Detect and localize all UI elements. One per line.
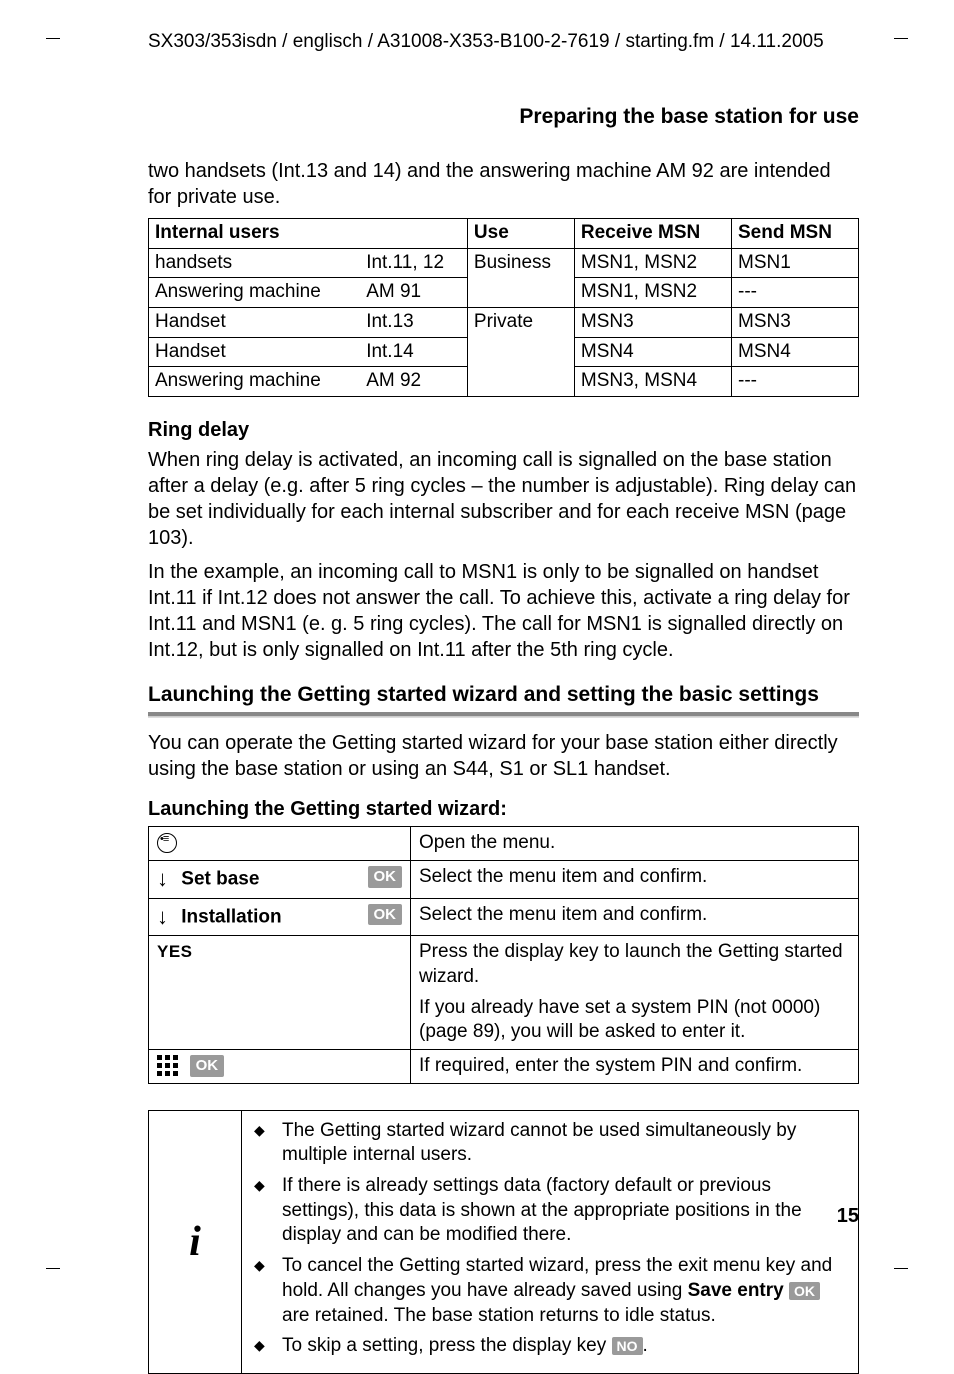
launch-heading: Launching the Getting started wizard and… <box>148 681 859 710</box>
launch-sub-heading: Launching the Getting started wizard: <box>148 796 859 822</box>
table-cell: MSN1, MSN2 <box>574 248 731 278</box>
table-cell: MSN3 <box>574 308 731 338</box>
table-cell: MSN1, MSN2 <box>574 278 731 308</box>
note-item: If there is already settings data (facto… <box>272 1174 848 1248</box>
note-text: are retained. The base station returns t… <box>282 1305 716 1326</box>
yes-key-label: YES <box>157 942 193 961</box>
note-item: To cancel the Getting started wizard, pr… <box>272 1254 848 1328</box>
th-receive-msn: Receive MSN <box>574 218 731 248</box>
intro-paragraph: two handsets (Int.13 and 14) and the ans… <box>148 158 859 210</box>
table-cell: --- <box>732 367 859 397</box>
table-cell: Handset <box>149 308 361 338</box>
note-list: The Getting started wizard cannot be use… <box>252 1119 848 1359</box>
arrow-down-icon: ↓ <box>157 865 168 894</box>
ok-badge: OK <box>368 866 403 888</box>
table-cell: Int.13 <box>360 308 467 338</box>
table-cell: Business <box>467 248 574 307</box>
header-path: SX303/353isdn / englisch / A31008-X353-B… <box>148 30 859 55</box>
table-cell: Private <box>467 308 574 397</box>
note-box: i The Getting started wizard cannot be u… <box>148 1110 859 1374</box>
table-cell: AM 91 <box>360 278 467 308</box>
ok-badge: OK <box>368 904 403 926</box>
page-title: Preparing the base station for use <box>148 103 859 130</box>
ring-delay-p1: When ring delay is activated, an incomin… <box>148 447 859 551</box>
step-desc-line: Press the display key to launch the Gett… <box>419 940 850 989</box>
launch-para: You can operate the Getting started wiza… <box>148 730 859 782</box>
ring-delay-p2: In the example, an incoming call to MSN1… <box>148 559 859 663</box>
wizard-steps-table: Open the menu. ↓ Set base OK Select the … <box>148 826 859 1083</box>
info-icon: i <box>149 1110 242 1373</box>
table-cell: MSN3 <box>732 308 859 338</box>
table-cell: Int.11, 12 <box>360 248 467 278</box>
note-text: To skip a setting, press the display key <box>282 1335 612 1356</box>
internal-users-table: Internal users Use Receive MSN Send MSN … <box>148 218 859 397</box>
note-item: The Getting started wizard cannot be use… <box>272 1119 848 1168</box>
table-cell: Answering machine <box>149 278 361 308</box>
step-desc: Press the display key to launch the Gett… <box>411 936 859 1050</box>
table-cell: Int.14 <box>360 337 467 367</box>
ok-badge: OK <box>190 1055 225 1077</box>
table-cell: --- <box>732 278 859 308</box>
table-cell: MSN4 <box>574 337 731 367</box>
ring-delay-heading: Ring delay <box>148 417 859 443</box>
section-divider <box>148 712 859 718</box>
th-use: Use <box>467 218 574 248</box>
keypad-icon <box>157 1055 179 1077</box>
menu-icon <box>157 833 177 853</box>
step-desc: If required, enter the system PIN and co… <box>411 1050 859 1084</box>
ok-badge: OK <box>789 1282 820 1300</box>
step-desc: Select the menu item and confirm. <box>411 898 859 936</box>
note-item: To skip a setting, press the display key… <box>272 1334 848 1359</box>
menu-item-label: Installation <box>181 906 281 927</box>
table-cell: Handset <box>149 337 361 367</box>
table-cell: MSN3, MSN4 <box>574 367 731 397</box>
no-badge: NO <box>612 1337 643 1355</box>
step-desc-line: If you already have set a system PIN (no… <box>419 996 850 1045</box>
arrow-down-icon: ↓ <box>157 903 168 932</box>
menu-item-label: Set base <box>181 868 259 889</box>
th-internal-users: Internal users <box>149 218 468 248</box>
table-cell: Answering machine <box>149 367 361 397</box>
step-desc: Open the menu. <box>411 827 859 861</box>
note-bold: Save entry <box>688 1280 784 1301</box>
th-send-msn: Send MSN <box>732 218 859 248</box>
table-cell: handsets <box>149 248 361 278</box>
step-desc: Select the menu item and confirm. <box>411 861 859 899</box>
table-cell: MSN1 <box>732 248 859 278</box>
table-cell: MSN4 <box>732 337 859 367</box>
table-cell: AM 92 <box>360 367 467 397</box>
note-text: . <box>643 1335 648 1356</box>
page-number: 15 <box>837 1203 859 1229</box>
